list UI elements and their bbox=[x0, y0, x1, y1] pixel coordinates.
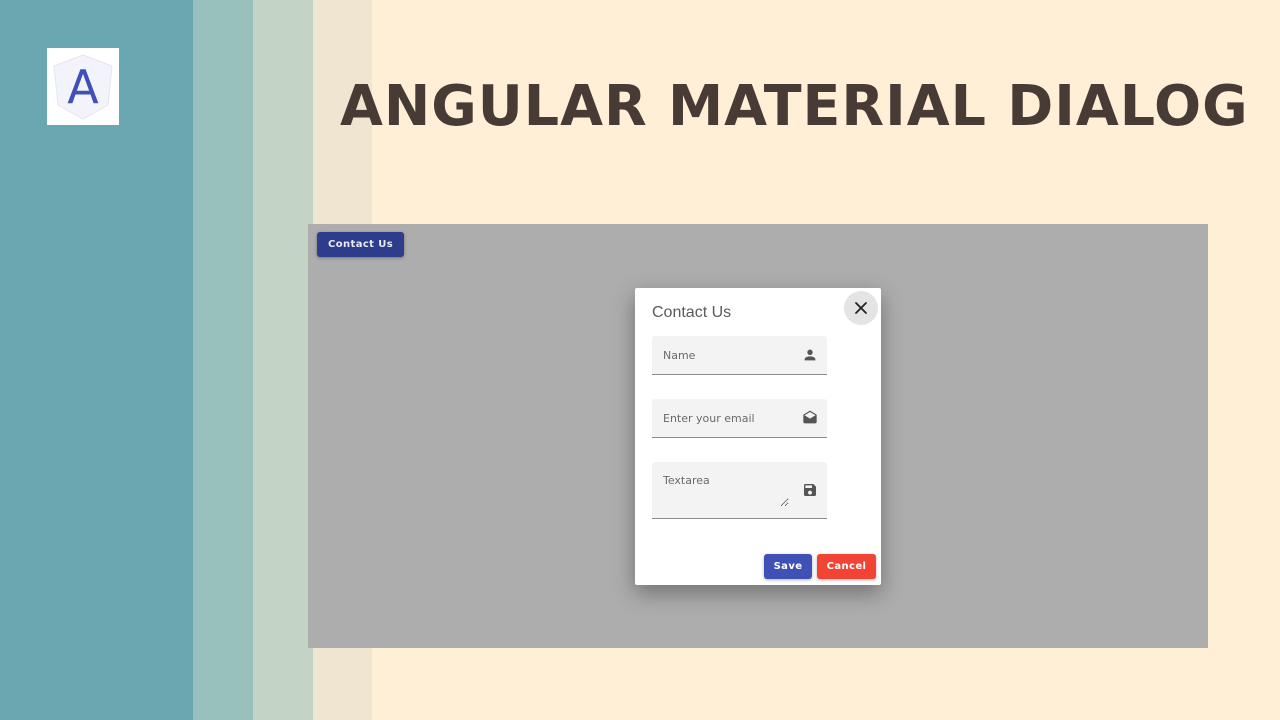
save-button[interactable]: Save bbox=[764, 554, 812, 579]
angular-logo-letter: A bbox=[67, 60, 99, 114]
message-textarea[interactable] bbox=[663, 474, 789, 507]
name-field[interactable] bbox=[652, 336, 827, 375]
contact-us-open-button[interactable]: Contact Us bbox=[317, 232, 405, 257]
cancel-button[interactable]: Cancel bbox=[817, 554, 876, 579]
page-headline: ANGULAR MATERIAL DIALOG bbox=[340, 74, 1249, 139]
close-icon bbox=[855, 302, 867, 314]
save-icon bbox=[804, 484, 816, 496]
left-stripe-mint bbox=[253, 0, 313, 720]
textarea-field[interactable] bbox=[652, 462, 827, 519]
angular-logo: A bbox=[47, 48, 119, 125]
app-preview-backdrop: Contact Us Contact Us Save bbox=[308, 224, 1208, 648]
dialog-title: Contact Us bbox=[652, 304, 732, 321]
left-stripe-sage bbox=[193, 0, 253, 720]
contact-dialog: Contact Us Save Cancel bbox=[635, 288, 881, 585]
email-input[interactable] bbox=[663, 399, 793, 437]
angular-logo-icon: A bbox=[53, 54, 113, 120]
dialog-close-button[interactable] bbox=[844, 291, 878, 325]
email-open-icon bbox=[803, 410, 817, 424]
person-icon bbox=[804, 349, 816, 361]
email-field[interactable] bbox=[652, 399, 827, 438]
name-input[interactable] bbox=[663, 336, 793, 374]
